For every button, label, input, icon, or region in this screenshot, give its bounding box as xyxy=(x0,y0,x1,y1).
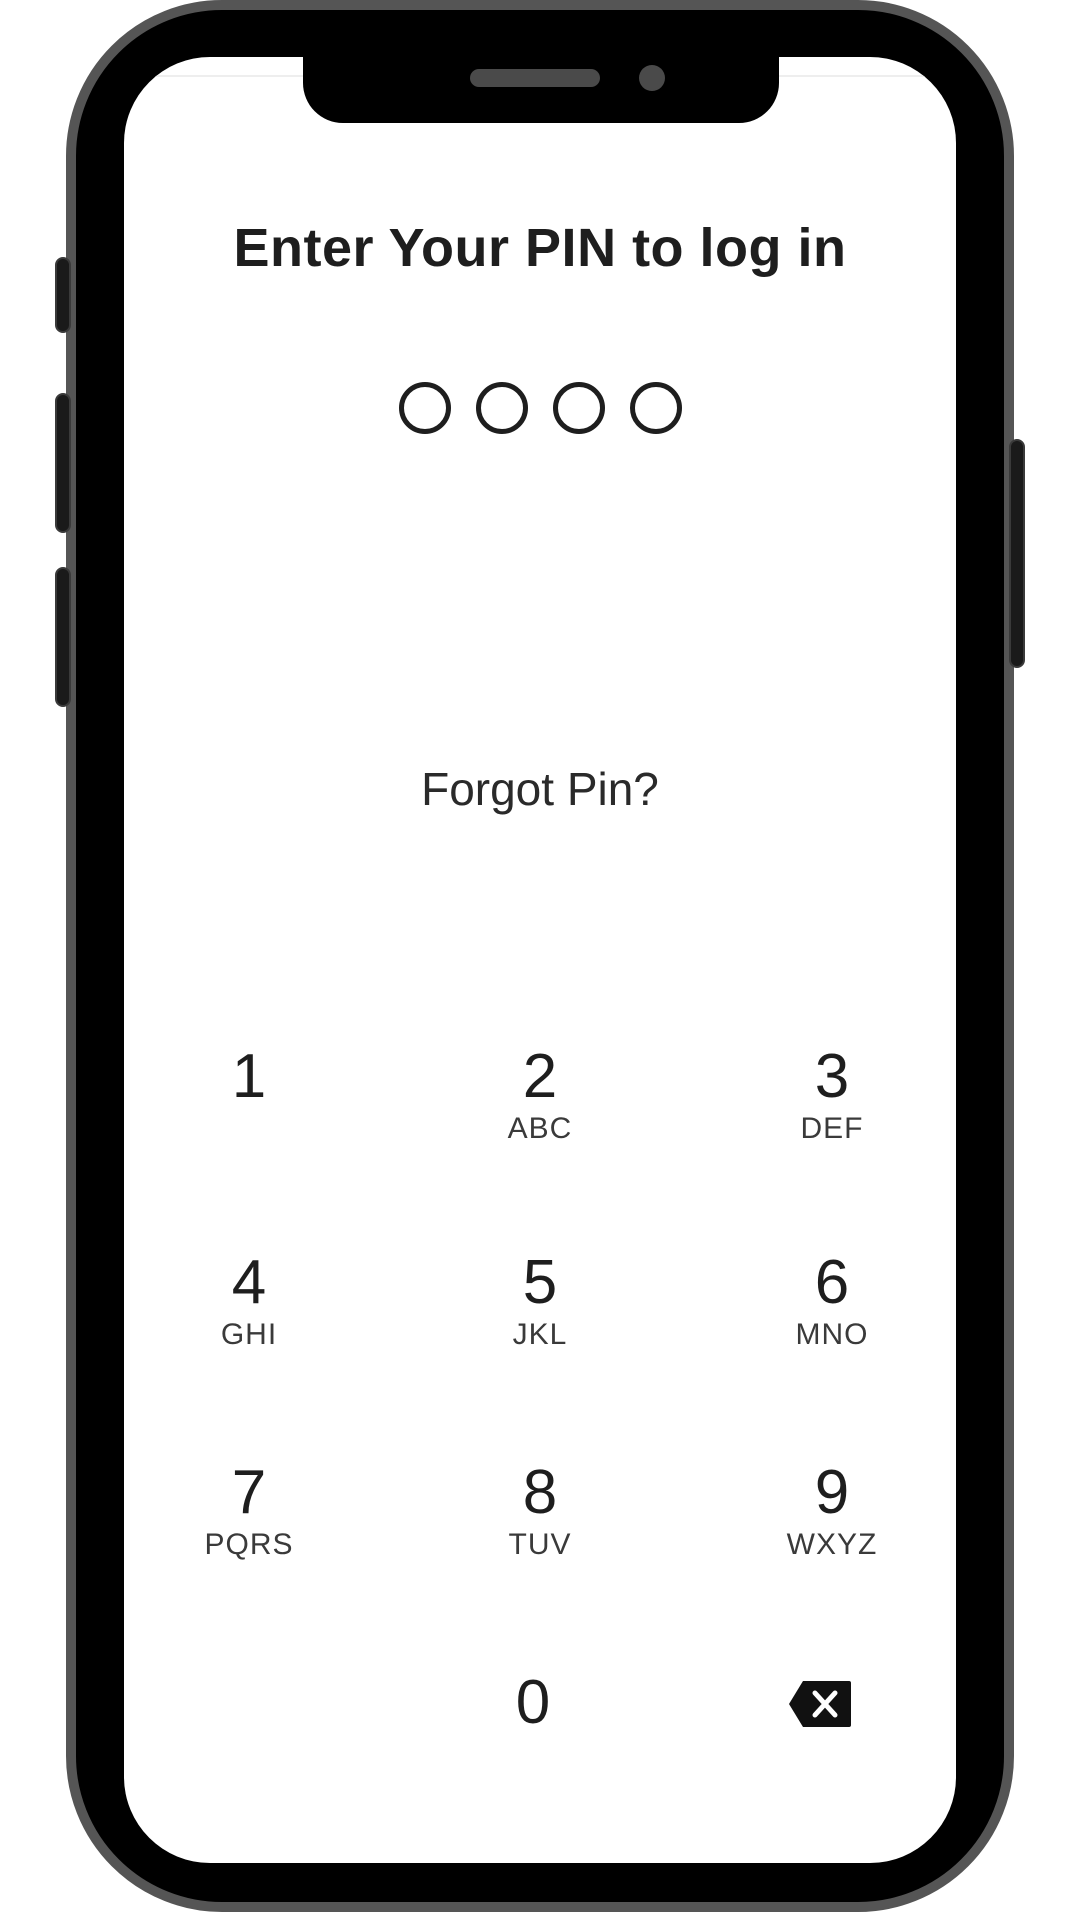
page-title: Enter Your PIN to log in xyxy=(233,218,847,278)
key-letters: PQRS xyxy=(204,1528,294,1561)
key-letters: GHI xyxy=(220,1318,278,1351)
pin-dot xyxy=(552,382,605,434)
key-digit: 4 xyxy=(231,1248,267,1317)
key-letters: MNO xyxy=(795,1318,869,1351)
notch xyxy=(303,57,779,123)
key-0[interactable]: 0 xyxy=(433,1668,633,1828)
volume-up-button xyxy=(55,393,71,533)
key-digit: 0 xyxy=(515,1668,551,1737)
key-letters: TUV xyxy=(508,1528,572,1561)
key-letters: JKL xyxy=(512,1318,568,1351)
key-1[interactable]: 1 xyxy=(149,1042,349,1202)
key-3[interactable]: 3 DEF xyxy=(732,1042,932,1202)
key-2[interactable]: 2 ABC xyxy=(440,1042,640,1202)
key-digit: 5 xyxy=(522,1248,558,1317)
key-digit: 8 xyxy=(522,1458,558,1527)
key-9[interactable]: 9 WXYZ xyxy=(732,1458,932,1618)
key-4[interactable]: 4 GHI xyxy=(149,1248,349,1408)
backspace-button[interactable] xyxy=(787,1679,853,1729)
pin-dot xyxy=(629,382,682,434)
key-letters: ABC xyxy=(507,1112,573,1145)
forgot-pin-link[interactable]: Forgot Pin? xyxy=(124,762,956,816)
volume-down-button xyxy=(55,567,71,707)
key-digit: 3 xyxy=(814,1042,850,1111)
key-6[interactable]: 6 MNO xyxy=(732,1248,932,1408)
speaker-grille xyxy=(470,69,600,87)
key-digit: 1 xyxy=(231,1042,267,1111)
key-letters: WXYZ xyxy=(786,1528,878,1561)
key-digit: 9 xyxy=(814,1458,850,1527)
key-digit: 2 xyxy=(522,1042,558,1111)
key-digit: 6 xyxy=(814,1248,850,1317)
pin-indicator xyxy=(124,382,956,434)
key-letters: DEF xyxy=(800,1112,864,1145)
backspace-icon xyxy=(789,1681,851,1727)
pin-dot xyxy=(398,382,451,434)
phone-screen: Enter Your PIN to log in Forgot Pin? 1 2… xyxy=(124,57,956,1863)
key-7[interactable]: 7 PQRS xyxy=(149,1458,349,1618)
pin-dot xyxy=(475,382,528,434)
key-5[interactable]: 5 JKL xyxy=(440,1248,640,1408)
key-digit: 7 xyxy=(231,1458,267,1527)
power-button xyxy=(1009,439,1025,668)
front-camera xyxy=(639,65,665,91)
key-8[interactable]: 8 TUV xyxy=(440,1458,640,1618)
mute-switch xyxy=(55,257,71,333)
